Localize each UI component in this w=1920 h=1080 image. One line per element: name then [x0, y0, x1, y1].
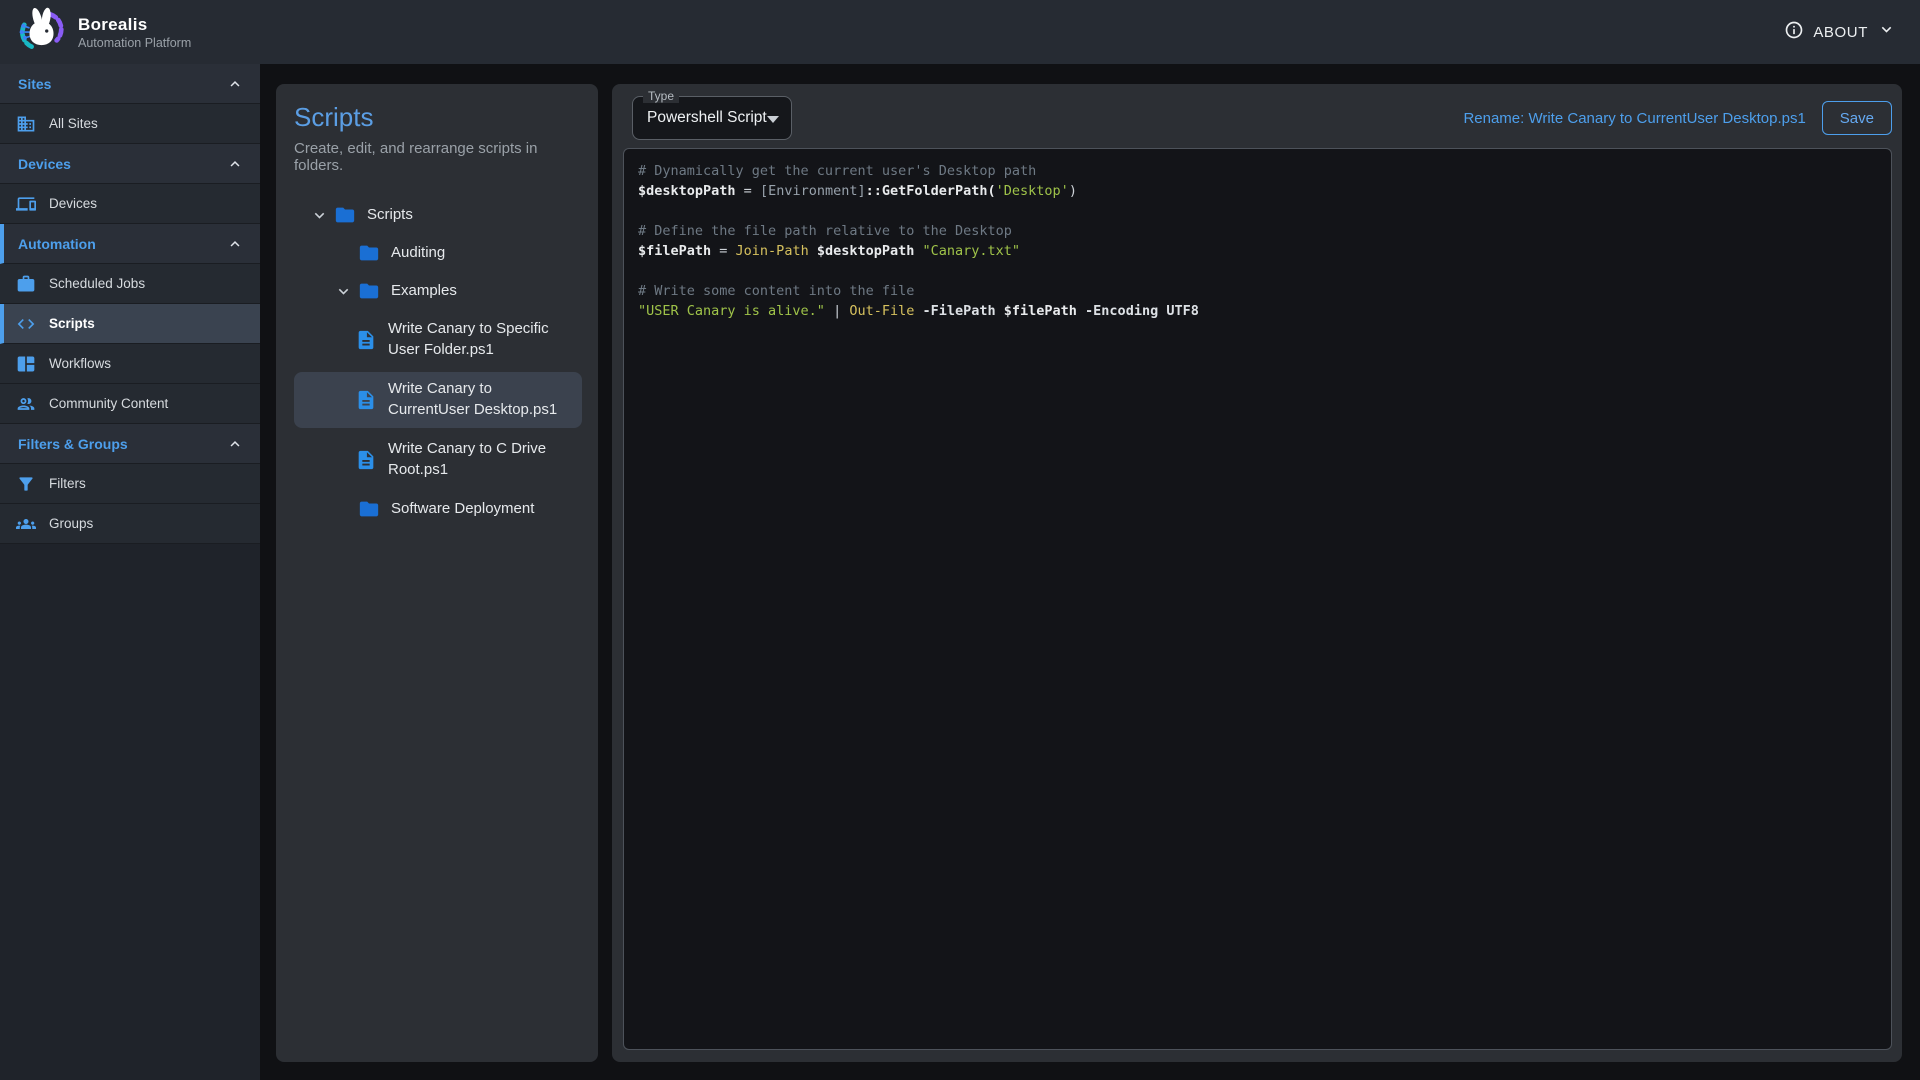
file-icon	[355, 389, 379, 411]
sidebar-section-devices[interactable]: Devices	[0, 144, 260, 184]
tree-file-write-canary-to-c-drive-root-ps1[interactable]: Write Canary to C Drive Root.ps1	[294, 432, 582, 488]
app-subtitle: Automation Platform	[78, 36, 191, 50]
chevron-down-icon	[1877, 20, 1896, 44]
chevron-down-icon[interactable]	[310, 205, 334, 225]
save-button[interactable]: Save	[1822, 101, 1892, 135]
tree-folder-software-deployment[interactable]: Software Deployment	[294, 492, 582, 526]
sidebar-item-label: Community Content	[49, 396, 168, 411]
type-select-value: Powershell Script	[647, 109, 767, 127]
sidebar-section-label: Filters & Groups	[18, 436, 128, 452]
sidebar-item-label: Groups	[49, 516, 93, 531]
chevron-spacer	[334, 499, 358, 519]
about-label: ABOUT	[1813, 24, 1868, 41]
tree-folder-label: Examples	[391, 281, 457, 302]
scripts-panel-subtitle: Create, edit, and rearrange scripts in f…	[294, 140, 582, 174]
select-arrow-icon	[767, 116, 779, 123]
file-icon	[355, 329, 379, 351]
chevron-up-icon	[226, 435, 244, 453]
app-title: Borealis	[78, 15, 191, 35]
sidebar-item-label: Scheduled Jobs	[49, 276, 145, 291]
code-line: # Write some content into the file	[638, 281, 1877, 301]
tree-file-label: Write Canary to C Drive Root.ps1	[388, 439, 564, 480]
building-icon	[16, 114, 36, 134]
sidebar-item-scheduled-jobs[interactable]: Scheduled Jobs	[0, 264, 260, 304]
code-editor[interactable]: # Dynamically get the current user's Des…	[623, 148, 1892, 1050]
scripts-panel: Scripts Create, edit, and rearrange scri…	[276, 84, 598, 1062]
folder-icon	[334, 204, 358, 226]
people-icon	[16, 394, 36, 414]
tree-folder-scripts[interactable]: Scripts	[294, 198, 582, 232]
devices-icon	[16, 194, 36, 214]
editor-header: Type Powershell Script Rename: Write Can…	[612, 84, 1902, 148]
scripts-panel-title: Scripts	[294, 102, 582, 133]
sidebar-item-scripts[interactable]: Scripts	[0, 304, 260, 344]
info-icon	[1784, 20, 1804, 45]
tree-folder-label: Auditing	[391, 243, 445, 264]
script-editor-panel: Type Powershell Script Rename: Write Can…	[612, 84, 1902, 1062]
briefcase-icon	[16, 274, 36, 294]
brand: Borealis Automation Platform	[16, 5, 191, 60]
sidebar-item-label: Devices	[49, 196, 97, 211]
type-select-label: Type	[643, 89, 679, 103]
sidebar-item-devices[interactable]: Devices	[0, 184, 260, 224]
tree-folder-examples[interactable]: Examples	[294, 274, 582, 308]
sidebar-item-workflows[interactable]: Workflows	[0, 344, 260, 384]
app-header: Borealis Automation Platform ABOUT	[0, 0, 1920, 64]
sidebar-item-groups[interactable]: Groups	[0, 504, 260, 544]
sidebar-item-all-sites[interactable]: All Sites	[0, 104, 260, 144]
tree-folder-auditing[interactable]: Auditing	[294, 236, 582, 270]
code-line	[638, 201, 1877, 221]
about-menu[interactable]: ABOUT	[1784, 20, 1896, 45]
tree-file-write-canary-to-currentuser-desktop-ps1[interactable]: Write Canary to CurrentUser Desktop.ps1	[294, 372, 582, 428]
tree-file-write-canary-to-specific-user-folder-ps1[interactable]: Write Canary to Specific User Folder.ps1	[294, 312, 582, 368]
sidebar-section-label: Automation	[18, 236, 96, 252]
sidebar-item-label: Scripts	[49, 316, 95, 331]
code-line: # Dynamically get the current user's Des…	[638, 161, 1877, 181]
rename-link[interactable]: Rename: Write Canary to CurrentUser Desk…	[1463, 110, 1805, 127]
type-select[interactable]: Type Powershell Script	[632, 96, 792, 140]
tree-folder-label: Scripts	[367, 205, 413, 226]
code-line: $desktopPath = [Environment]::GetFolderP…	[638, 181, 1877, 201]
sidebar-item-filters[interactable]: Filters	[0, 464, 260, 504]
sidebar-section-sites[interactable]: Sites	[0, 64, 260, 104]
sidebar-item-label: Workflows	[49, 356, 111, 371]
chevron-up-icon	[226, 155, 244, 173]
tree-file-label: Write Canary to Specific User Folder.ps1	[388, 319, 564, 360]
sidebar-section-filters-groups[interactable]: Filters & Groups	[0, 424, 260, 464]
chevron-down-icon[interactable]	[334, 281, 358, 301]
sidebar: Sites All Sites Devices Devices Automation Sc…	[0, 64, 260, 1080]
sidebar-section-label: Devices	[18, 156, 71, 172]
scripts-tree: Scripts Auditing Examples Write Canary to S…	[294, 198, 582, 526]
filter-icon	[16, 474, 36, 494]
tree-file-label: Write Canary to CurrentUser Desktop.ps1	[388, 379, 564, 420]
tree-folder-label: Software Deployment	[391, 499, 534, 520]
code-line: $filePath = Join-Path $desktopPath "Cana…	[638, 241, 1877, 261]
code-line	[638, 261, 1877, 281]
chevron-spacer	[334, 243, 358, 263]
sidebar-section-automation[interactable]: Automation	[0, 224, 260, 264]
sidebar-section-label: Sites	[18, 76, 51, 92]
code-line: # Define the file path relative to the D…	[638, 221, 1877, 241]
chevron-up-icon	[226, 235, 244, 253]
code-icon	[16, 314, 36, 334]
workflow-icon	[16, 354, 36, 374]
sidebar-item-label: Filters	[49, 476, 86, 491]
sidebar-item-community-content[interactable]: Community Content	[0, 384, 260, 424]
sidebar-item-label: All Sites	[49, 116, 98, 131]
borealis-logo-icon	[16, 5, 66, 60]
folder-icon	[358, 242, 382, 264]
code-line: "USER Canary is alive." | Out-File -File…	[638, 301, 1877, 321]
folder-icon	[358, 498, 382, 520]
folder-icon	[358, 280, 382, 302]
groups-icon	[16, 514, 36, 534]
file-icon	[355, 449, 379, 471]
chevron-up-icon	[226, 75, 244, 93]
